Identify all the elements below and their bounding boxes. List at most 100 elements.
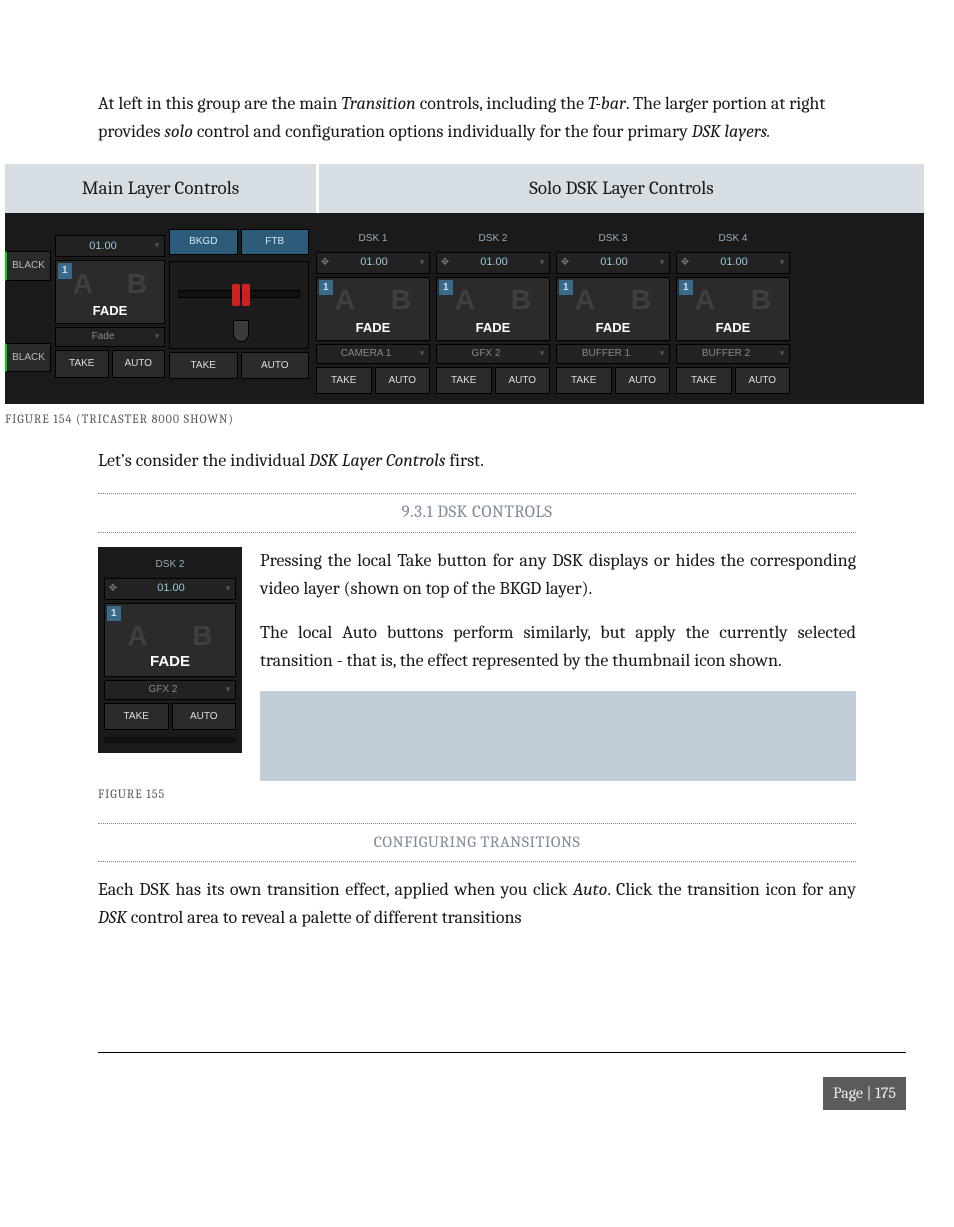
dsk-layer-controls-it: DSK Layer Controls	[309, 450, 445, 471]
dsk-title: DSK 3	[556, 229, 670, 249]
chevron-down-icon[interactable]: ▾	[535, 347, 549, 361]
chevron-down-icon[interactable]: ▾	[221, 683, 235, 697]
fade-label: FADE	[317, 318, 429, 338]
dsk-source: BUFFER 2	[677, 346, 775, 362]
dsk-thumbnail[interactable]: 1ABFADE	[436, 277, 550, 341]
figure-155-caption: FIGURE 155	[0, 785, 954, 804]
fade-label: FADE	[105, 650, 235, 673]
section-931-title: 9.3.1 DSK CONTROLS	[98, 493, 856, 533]
dsk-auto-button[interactable]: AUTO	[495, 367, 551, 395]
dsk-time-field[interactable]: ✥01.00▾	[316, 252, 430, 274]
dsk-2: DSK 2 ✥01.00▾ 1ABFADE GFX 2▾ TAKEAUTO	[436, 229, 550, 394]
chevron-down-icon[interactable]: ▾	[415, 347, 429, 361]
dsk-auto-button[interactable]: AUTO	[735, 367, 791, 395]
dsk-time: 01.00	[333, 254, 415, 271]
callout-box	[260, 691, 856, 781]
dsk-it2: DSK	[98, 907, 127, 928]
dsk-4: DSK 4 ✥01.00▾ 1ABFADE BUFFER 2▾ TAKEAUTO	[676, 229, 790, 394]
side-auto-button[interactable]: AUTO	[172, 703, 237, 731]
dsk-it: DSK	[552, 550, 583, 571]
side-time-field[interactable]: ✥01.00▾	[104, 578, 236, 600]
t: layer).	[541, 578, 592, 599]
take-it: Take	[397, 550, 431, 571]
dsk-auto-button[interactable]: AUTO	[375, 367, 431, 395]
dsk-thumbnail[interactable]: 1ABFADE	[556, 277, 670, 341]
tbar-take-button[interactable]: TAKE	[169, 352, 238, 380]
solo-dsk-controls: DSK 1 ✥01.00▾ 1ABFADE CAMERA 1▾ TAKEAUTO…	[316, 229, 918, 394]
dsk-thumbnail[interactable]: 1ABFADE	[676, 277, 790, 341]
chevron-down-icon[interactable]: ▾	[535, 256, 549, 270]
dsk-title: DSK 4	[676, 229, 790, 249]
main-layer-controls: BLACK BLACK 01.00 ▾ 1 AB FADE Fade ▾ TAK…	[5, 229, 310, 394]
t: controls, including the	[416, 93, 588, 114]
side-source-select[interactable]: GFX 2▾	[104, 680, 236, 700]
chevron-down-icon[interactable]: ▾	[655, 256, 669, 270]
ftb-button[interactable]: FTB	[241, 229, 310, 255]
dsk-word: DSK layers.	[692, 121, 771, 142]
move-icon[interactable]: ✥	[105, 581, 121, 597]
dsk-time-field[interactable]: ✥01.00▾	[556, 252, 670, 274]
dsk-source: GFX 2	[437, 346, 535, 362]
dsk-source-select[interactable]: GFX 2▾	[436, 344, 550, 364]
dsk-take-button[interactable]: TAKE	[436, 367, 492, 395]
black-button-2[interactable]: BLACK	[5, 343, 51, 373]
auto-it2: Auto	[573, 879, 607, 900]
fade-label: FADE	[557, 318, 669, 338]
t: first.	[445, 450, 484, 471]
figure-154-caption: FIGURE 154 (TRICASTER 8000 SHOWN)	[0, 410, 954, 429]
dsk-source: CAMERA 1	[317, 346, 415, 362]
bkgd-button[interactable]: BKGD	[169, 229, 238, 255]
dsk-take-button[interactable]: TAKE	[316, 367, 372, 395]
t: button for any	[431, 550, 552, 571]
bottom-paragraph: Each DSK has its own transition effect, …	[98, 876, 856, 932]
page-number: Page | 175	[823, 1077, 906, 1110]
transition-word: Transition	[341, 93, 415, 114]
dsk-time-field[interactable]: ✥01.00▾	[436, 252, 550, 274]
main-auto-button[interactable]: AUTO	[112, 350, 166, 378]
t: The local	[260, 622, 342, 643]
tbar-auto-button[interactable]: AUTO	[241, 352, 310, 380]
dsk-auto-button[interactable]: AUTO	[615, 367, 671, 395]
tricaster-ui: BLACK BLACK 01.00 ▾ 1 AB FADE Fade ▾ TAK…	[5, 213, 924, 404]
fade-label: FADE	[56, 301, 164, 321]
t-bar[interactable]	[169, 261, 309, 349]
dsk-title: DSK 1	[316, 229, 430, 249]
dsk-take-button[interactable]: TAKE	[556, 367, 612, 395]
right-p1: Pressing the local Take button for any D…	[260, 547, 856, 603]
main-take-button[interactable]: TAKE	[55, 350, 109, 378]
dsk-time-field[interactable]: ✥01.00▾	[676, 252, 790, 274]
fade-label: FADE	[437, 318, 549, 338]
chevron-down-icon[interactable]: ▾	[775, 347, 789, 361]
side-thumbnail[interactable]: 1ABFADE	[104, 603, 236, 677]
chevron-down-icon[interactable]: ▾	[775, 256, 789, 270]
chevron-down-icon[interactable]: ▾	[655, 347, 669, 361]
dsk-source-select[interactable]: CAMERA 1▾	[316, 344, 430, 364]
main-effect-select[interactable]: Fade ▾	[55, 327, 165, 347]
dsk-take-button[interactable]: TAKE	[676, 367, 732, 395]
move-icon[interactable]: ✥	[317, 255, 333, 271]
side-take-button[interactable]: TAKE	[104, 703, 169, 731]
move-icon[interactable]: ✥	[437, 255, 453, 271]
main-effect-value: Fade	[56, 329, 150, 345]
solo-dsk-label: Solo DSK Layer Controls	[319, 164, 924, 213]
dsk-source-select[interactable]: BUFFER 1▾	[556, 344, 670, 364]
fade-label: FADE	[677, 318, 789, 338]
side-progress	[104, 737, 236, 743]
move-icon[interactable]: ✥	[557, 255, 573, 271]
black-button-1[interactable]: BLACK	[5, 251, 51, 281]
move-icon[interactable]: ✥	[677, 255, 693, 271]
auto-it: Auto	[342, 622, 377, 643]
dsk-time: 01.00	[573, 254, 655, 271]
main-transition-thumbnail[interactable]: 1 AB FADE	[55, 260, 165, 324]
t: control and configuration options indivi…	[193, 121, 692, 142]
dsk-source-select[interactable]: BUFFER 2▾	[676, 344, 790, 364]
chevron-down-icon[interactable]: ▾	[221, 582, 235, 596]
t-bar-handle[interactable]	[233, 320, 249, 342]
main-time-field[interactable]: 01.00 ▾	[55, 235, 165, 257]
chevron-down-icon[interactable]: ▾	[150, 330, 164, 344]
chevron-down-icon[interactable]: ▾	[415, 256, 429, 270]
chevron-down-icon[interactable]: ▾	[150, 239, 164, 253]
side-title: DSK 2	[104, 555, 236, 575]
ui-labels-row: Main Layer Controls Solo DSK Layer Contr…	[0, 164, 954, 213]
dsk-thumbnail[interactable]: 1ABFADE	[316, 277, 430, 341]
